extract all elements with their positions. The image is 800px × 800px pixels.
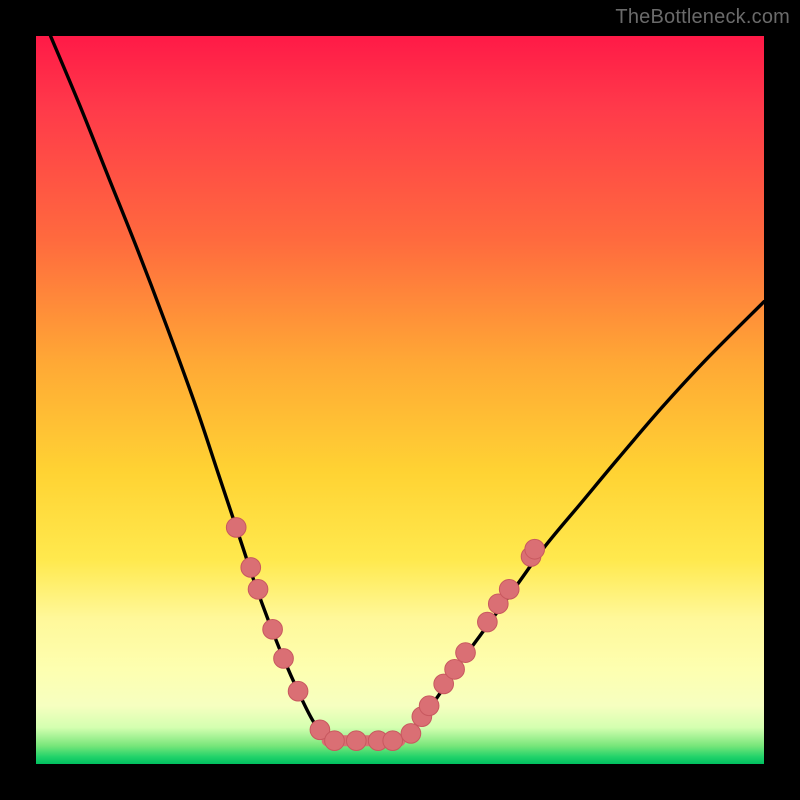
marker-left-5 xyxy=(288,681,308,701)
marker-right-6 xyxy=(478,612,498,632)
marker-left-8 xyxy=(346,731,366,751)
marker-left-1 xyxy=(241,558,261,578)
marker-left-7 xyxy=(325,731,345,751)
marker-left-3 xyxy=(263,619,283,639)
marker-right-5 xyxy=(456,643,476,663)
marker-right-2 xyxy=(419,696,439,716)
marker-right-4 xyxy=(445,660,465,680)
marker-right-8 xyxy=(499,579,519,599)
watermark-text: TheBottleneck.com xyxy=(615,6,790,29)
curve-left-branch xyxy=(51,36,328,741)
marker-right-10 xyxy=(525,539,545,559)
marker-right-0 xyxy=(401,724,421,744)
outer-frame: TheBottleneck.com xyxy=(0,0,800,800)
marker-left-2 xyxy=(248,579,268,599)
plot-area xyxy=(36,36,764,764)
marker-left-4 xyxy=(274,649,294,669)
marker-left-10 xyxy=(383,731,403,751)
marker-left-0 xyxy=(226,518,246,538)
chart-svg xyxy=(36,36,764,764)
